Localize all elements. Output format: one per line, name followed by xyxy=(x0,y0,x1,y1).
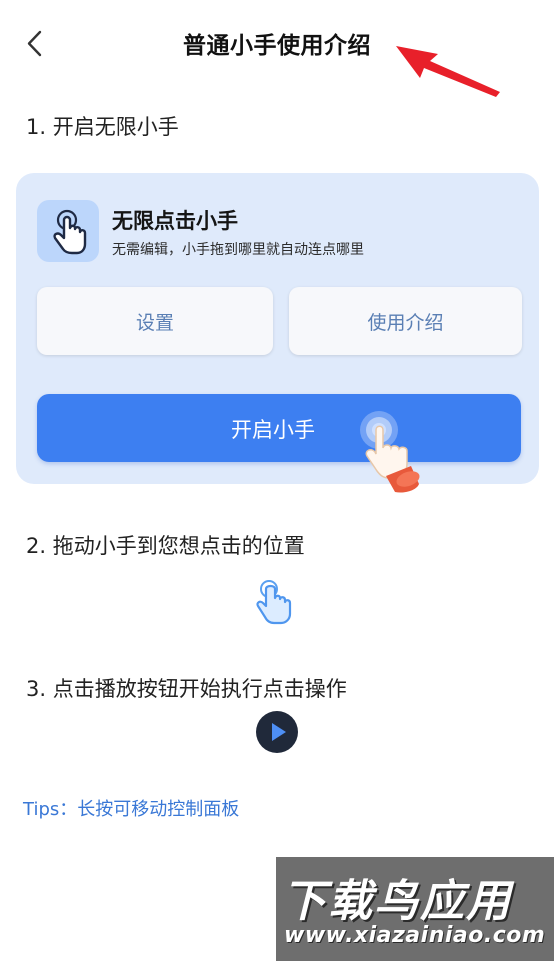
watermark-logo: 下载鸟应用 www.xiazainiao.com xyxy=(276,857,554,961)
header: 普通小手使用介绍 xyxy=(0,0,554,97)
tap-hand-icon xyxy=(37,200,99,262)
step-3-title: 3. 点击播放按钮开始执行点击操作 xyxy=(26,677,347,701)
tips-text: Tips：长按可移动控制面板 xyxy=(23,799,240,820)
start-hand-button[interactable]: 开启小手 xyxy=(37,394,521,493)
settings-button[interactable]: 设置 xyxy=(37,287,273,355)
play-icon[interactable] xyxy=(256,711,298,753)
step-1-title: 1. 开启无限小手 xyxy=(26,115,179,139)
tapping-hand-icon xyxy=(360,411,420,493)
card-subtitle: 无需编辑，小手拖到哪里就自动连点哪里 xyxy=(112,242,364,258)
watermark-url: www.xiazainiao.com xyxy=(284,923,546,948)
auto-clicker-card: 无限点击小手 无需编辑，小手拖到哪里就自动连点哪里 设置 使用介绍 开启小手 xyxy=(16,173,539,493)
card-title: 无限点击小手 xyxy=(112,209,238,233)
red-arrow-annotation xyxy=(396,46,500,97)
intro-button[interactable]: 使用介绍 xyxy=(289,287,522,355)
start-hand-label: 开启小手 xyxy=(231,418,315,442)
watermark-title: 下载鸟应用 xyxy=(282,876,512,927)
step-2-title: 2. 拖动小手到您想点击的位置 xyxy=(26,534,305,558)
drag-hand-icon xyxy=(256,580,292,625)
